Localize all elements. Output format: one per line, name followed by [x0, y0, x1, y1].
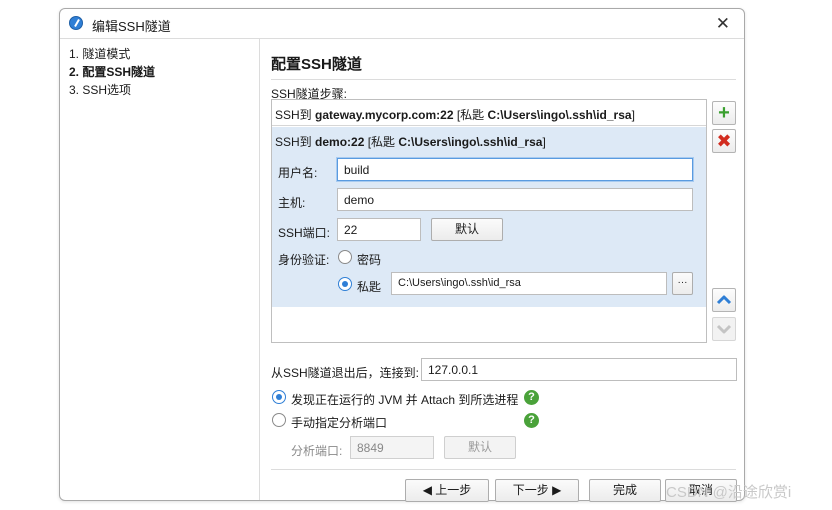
- page-title: 配置SSH隧道: [271, 56, 362, 73]
- host-input[interactable]: demo: [337, 188, 693, 211]
- selected-tunnel-summary: SSH到 demo:22 [私匙 C:\Users\ingo\.ssh\id_r…: [275, 133, 546, 150]
- auth-label: 身份验证:: [278, 253, 330, 267]
- tunnel-suffix: ]: [631, 108, 635, 122]
- move-down-button[interactable]: [712, 317, 736, 341]
- tunnel-key: C:\Users\ingo\.ssh\id_rsa: [487, 108, 632, 122]
- wizard-steps-panel: 1. 隧道模式 2. 配置SSH隧道 3. SSH选项: [60, 39, 260, 500]
- window-title: 编辑SSH隧道: [92, 19, 171, 34]
- tunnel-key-prefix: [私匙: [364, 135, 399, 149]
- arrow-left-icon: ◀: [422, 483, 432, 497]
- tunnel-prefix: SSH到: [275, 135, 316, 149]
- tunnel-key-prefix: [私匙: [453, 108, 488, 122]
- profiling-port-label: 分析端口:: [291, 444, 343, 458]
- move-up-button[interactable]: [712, 288, 736, 312]
- ssh-port-default-button[interactable]: 默认: [431, 218, 503, 241]
- remove-tunnel-button[interactable]: ✖: [712, 129, 736, 153]
- ssh-port-label: SSH端口:: [278, 226, 331, 240]
- auth-password-label[interactable]: 密码: [357, 251, 381, 268]
- step-tunnel-mode[interactable]: 1. 隧道模式: [69, 45, 130, 62]
- edit-ssh-tunnel-dialog: 编辑SSH隧道 ✕ 1. 隧道模式 2. 配置SSH隧道 3. SSH选项 配置…: [59, 8, 745, 502]
- auth-password-radio[interactable]: [338, 250, 352, 264]
- selected-tunnel-editor[interactable]: SSH到 demo:22 [私匙 C:\Users\ingo\.ssh\id_r…: [272, 127, 706, 307]
- divider: [271, 469, 736, 470]
- watermark: CSDN @沿途欣赏i: [666, 484, 792, 501]
- host-label: 主机:: [278, 196, 306, 210]
- help-icon[interactable]: ?: [524, 413, 539, 428]
- auth-private-key-label[interactable]: 私匙: [357, 278, 381, 295]
- tunnel-steps-list[interactable]: SSH到 gateway.mycorp.com:22 [私匙 C:\Users\…: [271, 99, 707, 343]
- step-ssh-options[interactable]: 3. SSH选项: [69, 81, 131, 98]
- arrow-right-icon: ▶: [552, 483, 562, 497]
- app-logo-icon: [69, 16, 83, 30]
- discover-jvm-label[interactable]: 发现正在运行的 JVM 并 Attach 到所选进程: [291, 391, 518, 408]
- username-input[interactable]: build: [337, 158, 693, 181]
- help-icon[interactable]: ?: [524, 390, 539, 405]
- close-icon[interactable]: ✕: [716, 14, 730, 34]
- title-bar: 编辑SSH隧道 ✕: [60, 9, 744, 39]
- delete-icon: ✖: [716, 131, 732, 151]
- finish-button[interactable]: 完成: [589, 479, 661, 502]
- ssh-port-input[interactable]: 22: [337, 218, 421, 241]
- previous-label: 上一步: [435, 483, 472, 497]
- tunnel-host: gateway.mycorp.com:22: [315, 108, 454, 122]
- divider: [271, 79, 736, 80]
- profiling-port-input[interactable]: 8849: [350, 436, 434, 459]
- step-configure-ssh-tunnel[interactable]: 2. 配置SSH隧道: [69, 63, 155, 80]
- previous-button[interactable]: ◀ 上一步: [405, 479, 489, 502]
- plus-icon: +: [718, 102, 730, 124]
- connect-to-label: 从SSH隧道退出后，连接到:: [271, 366, 420, 380]
- browse-key-button[interactable]: ···: [672, 272, 693, 295]
- arrow-up-icon: [716, 295, 732, 305]
- tunnel-prefix: SSH到: [275, 108, 316, 122]
- tunnel-key: C:\Users\ingo\.ssh\id_rsa: [398, 135, 543, 149]
- add-tunnel-button[interactable]: +: [712, 101, 736, 125]
- next-button[interactable]: 下一步 ▶: [495, 479, 579, 502]
- tunnel-suffix: ]: [542, 135, 546, 149]
- list-item[interactable]: SSH到 gateway.mycorp.com:22 [私匙 C:\Users\…: [272, 100, 706, 126]
- auth-private-key-radio[interactable]: [338, 277, 352, 291]
- manual-port-label[interactable]: 手动指定分析端口: [291, 414, 387, 431]
- main-content: 配置SSH隧道 SSH隧道步骤: SSH到 gateway.mycorp.com…: [271, 39, 744, 502]
- next-label: 下一步: [512, 483, 549, 497]
- connect-to-input[interactable]: 127.0.0.1: [421, 358, 737, 381]
- tunnel-host: demo:22: [315, 135, 365, 149]
- arrow-down-icon: [716, 324, 732, 334]
- profiling-port-default-button[interactable]: 默认: [444, 436, 516, 459]
- manual-port-radio[interactable]: [272, 413, 286, 427]
- discover-jvm-radio[interactable]: [272, 390, 286, 404]
- username-label: 用户名:: [278, 166, 318, 180]
- private-key-path-input[interactable]: C:\Users\ingo\.ssh\id_rsa: [391, 272, 667, 295]
